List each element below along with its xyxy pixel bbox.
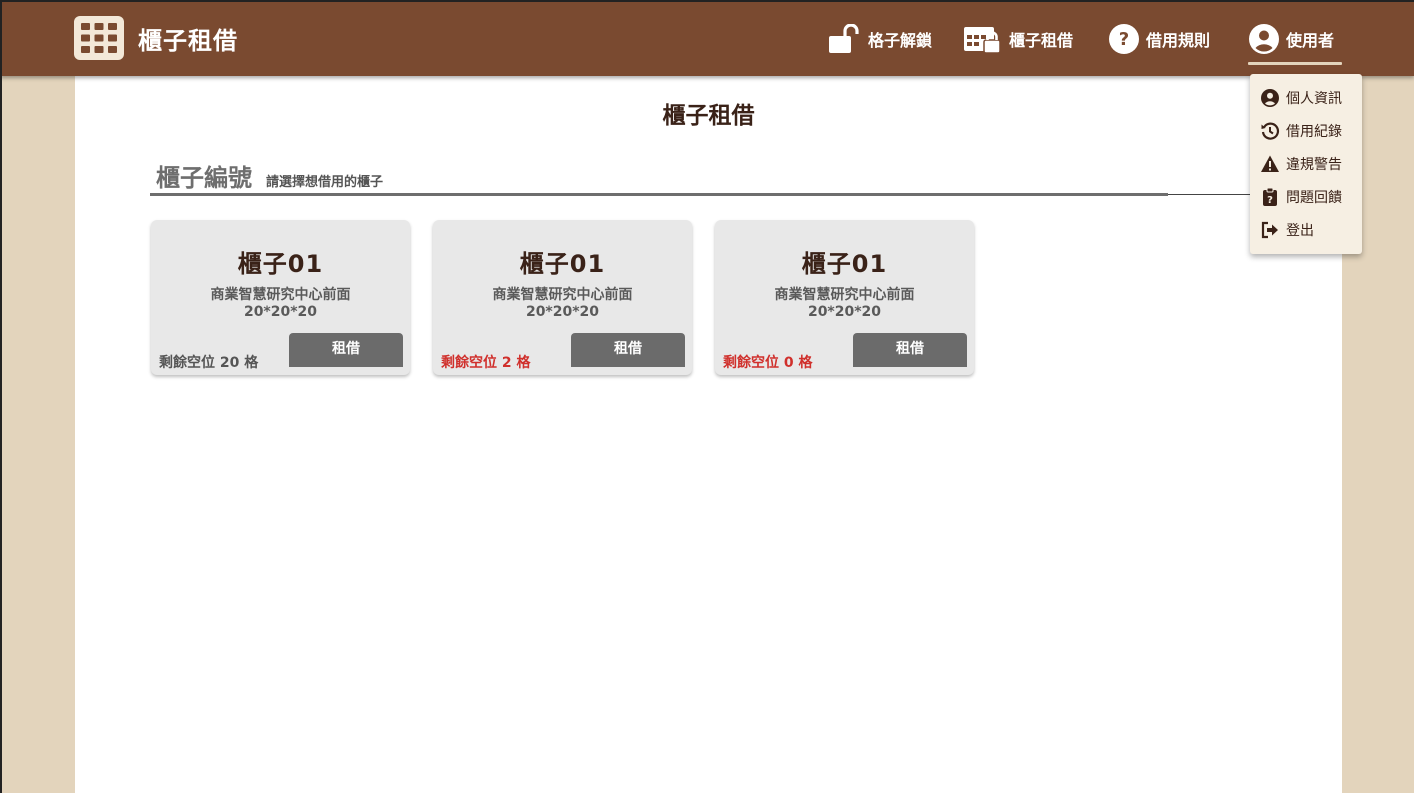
history-icon <box>1261 122 1280 140</box>
locker-size: 20*20*20 <box>807 304 882 320</box>
nav-rules[interactable]: ? 借用規則 <box>1108 22 1210 56</box>
section-title: 櫃子編號 <box>156 164 252 192</box>
section-hint: 請選擇想借用的櫃子 <box>266 175 384 190</box>
locker-remaining: 剩餘空位 2 格 <box>441 355 531 371</box>
menu-item-history[interactable]: 借用紀錄 <box>1260 120 1342 142</box>
brand[interactable]: 櫃子租借 <box>74 16 238 60</box>
nav-unlock-label: 格子解鎖 <box>868 31 933 50</box>
nav-active-indicator <box>1248 62 1342 65</box>
menu-item-feedback[interactable]: ? 問題回饋 <box>1260 186 1342 208</box>
page-title: 櫃子租借 <box>662 103 755 129</box>
menu-item-label: 登出 <box>1286 223 1314 239</box>
locker-remaining: 剩餘空位 20 格 <box>159 355 259 371</box>
nav-unlock[interactable]: 格子解鎖 <box>828 22 932 56</box>
nav-locker-rent-label: 櫃子租借 <box>1009 31 1074 50</box>
locker-size: 20*20*20 <box>525 304 600 320</box>
rent-button-label: 租借 <box>332 341 360 357</box>
rent-button[interactable]: 租借 <box>853 333 967 367</box>
svg-text:?: ? <box>1119 29 1129 50</box>
menu-item-label: 個人資訊 <box>1286 91 1342 107</box>
user-circle-icon <box>1249 24 1279 54</box>
locker-location: 商業智慧研究中心前面 <box>210 287 351 303</box>
clipboard-question-icon: ? <box>1263 187 1277 206</box>
grid-icon <box>74 16 124 60</box>
locker-size: 20*20*20 <box>243 304 318 320</box>
rent-button-label: 租借 <box>614 341 642 357</box>
nav-rules-label: 借用規則 <box>1146 31 1211 50</box>
user-circle-icon <box>1261 89 1279 107</box>
rent-button[interactable]: 租借 <box>571 333 685 367</box>
locker-card: 櫃子01 商業智慧研究中心前面 20*20*20 剩餘空位 2 格 租借 <box>433 220 692 375</box>
locker-lock-icon <box>964 27 1001 54</box>
user-dropdown-menu: 個人資訊 借用紀錄 違規警告 ? 問題回饋 登出 <box>1250 74 1362 254</box>
warning-icon <box>1261 155 1279 172</box>
menu-item-label: 違規警告 <box>1286 157 1342 173</box>
main-content: 櫃子租借 櫃子編號 請選擇想借用的櫃子 櫃子01 商業智慧研究中心前面 20*2… <box>75 76 1342 793</box>
help-circle-icon: ? <box>1109 24 1139 54</box>
unlock-icon <box>829 24 859 53</box>
section-divider <box>150 193 1168 196</box>
locker-remaining: 剩餘空位 0 格 <box>723 355 813 371</box>
locker-name: 櫃子01 <box>519 250 606 278</box>
locker-location: 商業智慧研究中心前面 <box>492 287 633 303</box>
locker-name: 櫃子01 <box>237 250 324 278</box>
brand-title: 櫃子租借 <box>138 26 238 55</box>
nav-locker-rent[interactable]: 櫃子租借 <box>963 22 1073 56</box>
locker-card: 櫃子01 商業智慧研究中心前面 20*20*20 剩餘空位 20 格 租借 <box>151 220 410 375</box>
menu-item-label: 借用紀錄 <box>1286 124 1342 140</box>
svg-text:?: ? <box>1267 195 1273 206</box>
logout-icon <box>1261 221 1278 239</box>
locker-name: 櫃子01 <box>801 250 888 278</box>
menu-item-warnings[interactable]: 違規警告 <box>1260 153 1342 175</box>
locker-card: 櫃子01 商業智慧研究中心前面 20*20*20 剩餘空位 0 格 租借 <box>715 220 974 375</box>
rent-button[interactable]: 租借 <box>289 333 403 367</box>
menu-item-logout[interactable]: 登出 <box>1260 219 1314 241</box>
section-divider-extension <box>1168 194 1260 195</box>
nav-user[interactable]: 使用者 <box>1248 22 1334 56</box>
nav-user-label: 使用者 <box>1286 31 1335 50</box>
locker-location: 商業智慧研究中心前面 <box>774 287 915 303</box>
rent-button-label: 租借 <box>896 341 924 357</box>
top-navbar: 櫃子租借 格子解鎖 櫃子租借 ? 借用規則 使用者 <box>0 0 1414 76</box>
section-header: 櫃子編號 請選擇想借用的櫃子 <box>156 158 383 193</box>
menu-item-label: 問題回饋 <box>1286 190 1342 206</box>
menu-item-profile[interactable]: 個人資訊 <box>1260 87 1342 109</box>
